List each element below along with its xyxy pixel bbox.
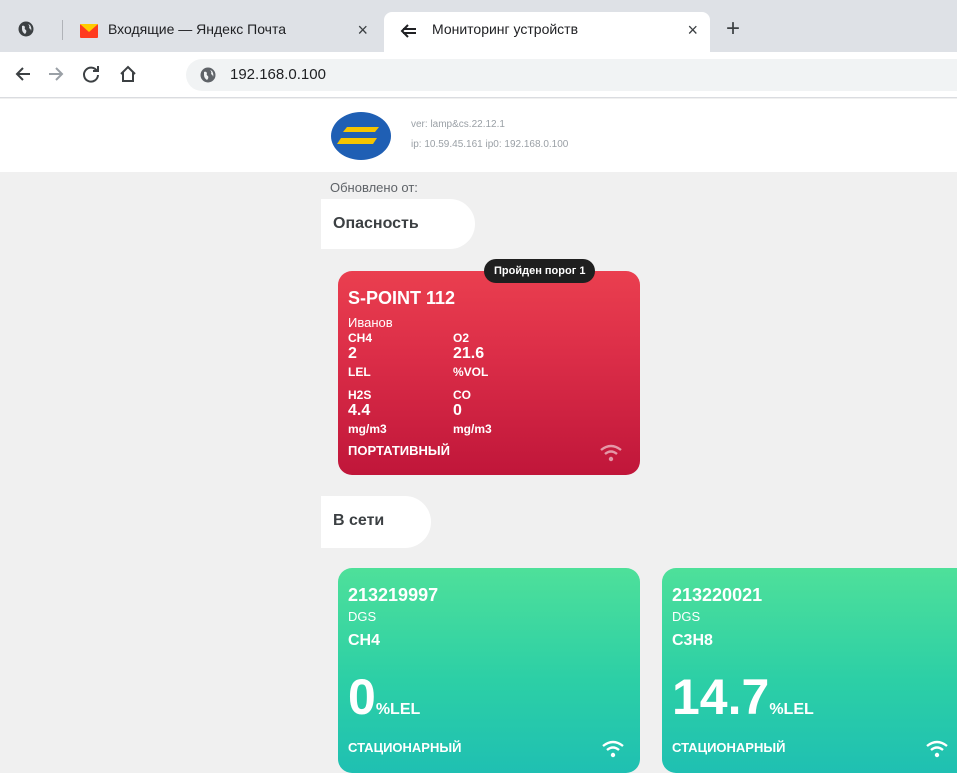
tab-yandex-mail[interactable]: Входящие — Яндекс Почта × [72, 12, 380, 52]
tab-title: Мониторинг устройств [432, 21, 579, 37]
tab-separator [62, 20, 63, 40]
home-icon[interactable] [117, 63, 139, 85]
back-arrow-icon[interactable] [12, 63, 34, 85]
gas-unit: mg/m3 [453, 422, 492, 436]
gas-value: 14.7 [672, 669, 770, 725]
company-logo [331, 112, 391, 160]
gas-unit: LEL [348, 365, 371, 379]
gas-unit: mg/m3 [348, 422, 387, 436]
yandex-mail-icon [80, 24, 98, 38]
gas-value: 2 [348, 345, 357, 362]
device-card-danger[interactable]: S-POINT 112 Иванов CH4 2 LEL O2 21.6 %VO… [338, 271, 640, 475]
address-bar[interactable]: 192.168.0.100 [186, 59, 957, 91]
device-name: S-POINT 112 [348, 288, 456, 308]
gas-value: 0 [348, 669, 376, 725]
close-tab-icon[interactable]: × [357, 20, 368, 40]
device-id: 213220021 [672, 585, 763, 605]
device-type: ПОРТАТИВНЫЙ [348, 443, 450, 458]
wifi-icon [600, 444, 622, 462]
gas-unit: %VOL [453, 365, 489, 379]
section-title-online: В сети [321, 496, 431, 548]
new-tab-button[interactable]: + [726, 16, 740, 42]
browser-tabstrip: Входящие — Яндекс Почта × Мониторинг уст… [0, 0, 957, 52]
reload-icon[interactable] [80, 63, 102, 85]
wifi-icon [602, 740, 624, 758]
device-id: 213219997 [348, 585, 439, 605]
gas-unit: %LEL [769, 701, 814, 718]
gas-value: 0 [453, 402, 462, 419]
back-arrow-favicon [400, 24, 416, 38]
gas-name: CH4 [348, 632, 381, 649]
device-card-online[interactable]: 213219997 DGS CH4 0%LEL СТАЦИОНАРНЫЙ [338, 568, 640, 773]
gas-unit: %LEL [375, 701, 421, 718]
device-type: СТАЦИОНАРНЫЙ [672, 740, 786, 755]
gas-reading: 0%LEL [348, 672, 420, 722]
gas-value: 21.6 [453, 345, 485, 362]
page-header: ver: lamp&cs.22.12.1 ip: 10.59.45.161 ip… [0, 99, 957, 172]
device-owner: Иванов [348, 315, 393, 330]
updated-label: Обновлено от: [330, 180, 418, 195]
threshold-badge: Пройден порог 1 [484, 259, 596, 283]
device-card-online[interactable]: 213220021 DGS C3H8 14.7%LEL СТАЦИОНАРНЫЙ [662, 568, 957, 773]
gas-reading: 14.7%LEL [672, 672, 814, 722]
globe-icon [200, 67, 216, 83]
url-text: 192.168.0.100 [230, 66, 326, 83]
browser-toolbar: 192.168.0.100 [0, 52, 957, 98]
gas-value: 4.4 [348, 402, 371, 419]
firmware-version: ver: lamp&cs.22.12.1 [411, 119, 505, 130]
device-type: СТАЦИОНАРНЫЙ [348, 740, 462, 755]
forward-arrow-icon[interactable] [45, 63, 67, 85]
section-title-danger: Опасность [321, 199, 475, 249]
wifi-icon [926, 740, 948, 758]
globe-icon[interactable] [18, 21, 34, 37]
tab-device-monitoring[interactable]: Мониторинг устройств × [384, 12, 710, 52]
ip-info: ip: 10.59.45.161 ip0: 192.168.0.100 [411, 139, 569, 150]
device-model: DGS [348, 609, 377, 624]
gas-name: CO [453, 388, 471, 402]
device-model: DGS [672, 609, 701, 624]
gas-name: CH4 [348, 331, 373, 345]
gas-name: C3H8 [672, 632, 713, 649]
tab-title: Входящие — Яндекс Почта [108, 21, 287, 37]
close-tab-icon[interactable]: × [687, 20, 698, 40]
gas-name: O2 [453, 331, 470, 345]
gas-name: H2S [348, 388, 372, 402]
